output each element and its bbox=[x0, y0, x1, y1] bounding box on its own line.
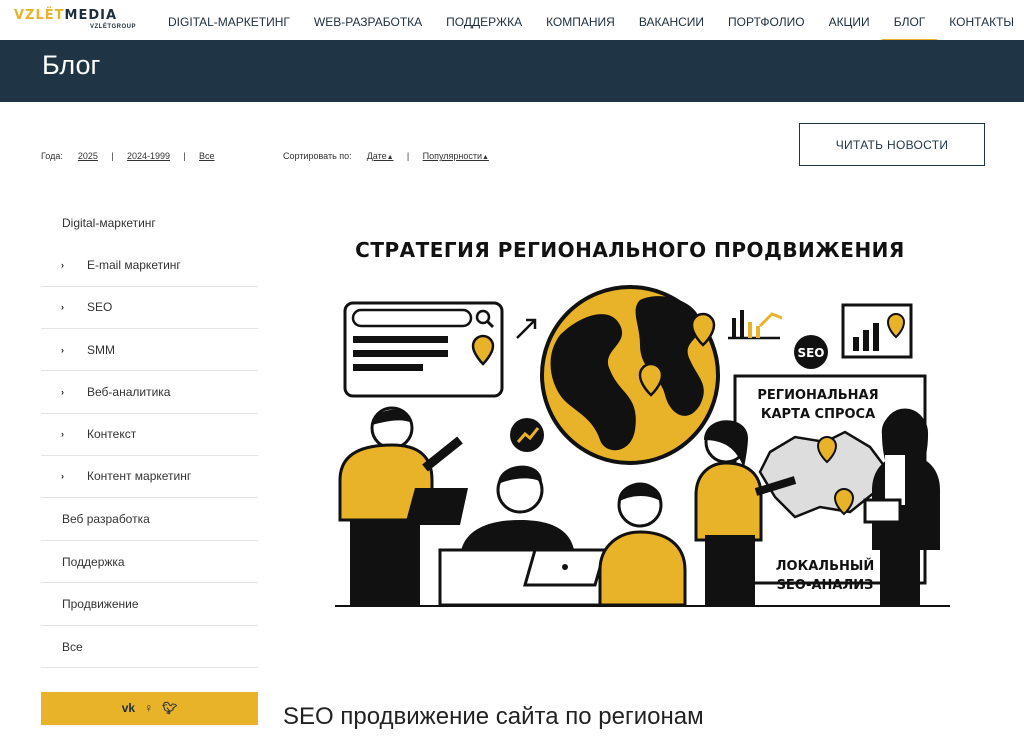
person-center-right-figure bbox=[598, 482, 687, 607]
nav-item-1[interactable]: DIGITAL-МАРКЕТИНГ bbox=[156, 0, 302, 40]
nav-item-5[interactable]: ВАКАНСИИ bbox=[627, 0, 716, 40]
nav-item-3[interactable]: ПОДДЕРЖКА bbox=[434, 0, 534, 40]
search-window-icon bbox=[343, 301, 504, 398]
local-line-1: ЛОКАЛЬНЫЙ bbox=[776, 558, 874, 574]
board-line-1: РЕГИОНАЛЬНАЯ bbox=[757, 388, 878, 403]
page-title: Блог bbox=[42, 50, 101, 80]
seo-badge: SEO bbox=[797, 346, 824, 360]
sidebar-subitem-label: E-mail маркетинг bbox=[87, 258, 181, 272]
odnoklassniki-icon[interactable]: ♀ bbox=[144, 692, 153, 725]
sidebar-subitem-label: Веб-аналитика bbox=[87, 384, 171, 399]
year-2024-1999-link[interactable]: 2024-1999 bbox=[127, 151, 170, 161]
sidebar-subitem[interactable]: › E-mail маркетинг bbox=[41, 245, 258, 287]
year-filter-label: Года: bbox=[41, 151, 63, 161]
sidebar-subitem-label: Контекст bbox=[87, 427, 137, 442]
chevron-right-icon: › bbox=[61, 260, 64, 270]
sidebar-item-digital-marketing[interactable]: Digital-маркетинг bbox=[41, 202, 258, 245]
nav-item-6[interactable]: ПОРТФОЛИО bbox=[716, 0, 817, 40]
top-navigation: VZLЁТMEDIA VZLЁTGROUP DIGITAL-МАРКЕТИНГ W… bbox=[0, 0, 1024, 42]
sort-arrow-icon: ▲ bbox=[386, 154, 394, 161]
sidebar-category-item[interactable]: Продвижение bbox=[41, 583, 258, 626]
nav-item-7[interactable]: АКЦИИ bbox=[817, 0, 882, 40]
chevron-right-icon: › bbox=[61, 471, 64, 482]
social-links: vk ♀ 🐦︎ bbox=[41, 692, 258, 725]
nav-item-8[interactable]: БЛОГ bbox=[881, 0, 938, 42]
read-news-button[interactable]: ЧИТАТЬ НОВОСТИ bbox=[799, 123, 985, 166]
post-illustration[interactable]: СТРАТЕГИЯ РЕГИОНАЛЬНОГО ПРОДВИЖЕНИЯ SEO … bbox=[320, 230, 950, 615]
logo-subtitle: VZLЁTGROUP bbox=[90, 24, 137, 30]
logo-part2: MEDIA bbox=[64, 8, 118, 23]
sidebar-subitem-label: SMM bbox=[87, 342, 115, 357]
year-filter: Года: 2025 | 2024-1999 | Все bbox=[41, 151, 215, 161]
main-menu: DIGITAL-МАРКЕТИНГ WEB-РАЗРАБОТКА ПОДДЕРЖКА… bbox=[156, 0, 1024, 42]
year-2025-link[interactable]: 2025 bbox=[78, 151, 98, 161]
sort-control: Сортировать по: Дате▲ | Популярности▲ bbox=[283, 151, 489, 161]
sidebar-category-item[interactable]: Веб разработка bbox=[41, 498, 258, 541]
illustration-graphic: SEO РЕГИОНАЛЬНАЯ КАРТА СПРОСА ЛОКАЛЬНЫЙ … bbox=[335, 285, 950, 607]
category-sidebar: Digital-маркетинг › E-mail маркетинг › SEO ›… bbox=[41, 202, 258, 669]
sidebar-subitem[interactable]: › Контекст bbox=[41, 414, 258, 456]
sidebar-category-item[interactable]: Все bbox=[41, 626, 258, 669]
sort-by-date-link[interactable]: Дате▲ bbox=[367, 151, 394, 161]
bar-chart-icon bbox=[728, 310, 783, 340]
page-header: Блог bbox=[0, 40, 1024, 102]
board-line-2: КАРТА СПРОСА bbox=[761, 407, 875, 422]
chevron-right-icon: › bbox=[61, 386, 64, 397]
nav-item-9[interactable]: КОНТАКТЫ bbox=[937, 0, 1024, 40]
sort-arrow-icon: ▲ bbox=[482, 154, 489, 161]
sidebar-subitem[interactable]: › Веб-аналитика bbox=[41, 371, 258, 414]
logo-part1: VZLЁТ bbox=[14, 8, 65, 23]
chevron-right-icon: › bbox=[61, 429, 64, 440]
sort-by-popularity-label: Популярности bbox=[422, 151, 482, 161]
sort-label: Сортировать по: bbox=[283, 151, 352, 161]
nav-item-2[interactable]: WEB-РАЗРАБОТКА bbox=[302, 0, 434, 40]
globe-icon bbox=[540, 285, 720, 465]
sidebar-subitem[interactable]: › SEO bbox=[41, 287, 258, 330]
sidebar-subitem-label: Контент маркетинг bbox=[87, 469, 192, 484]
nav-item-4[interactable]: КОМПАНИЯ bbox=[534, 0, 627, 40]
person-center-left-figure bbox=[438, 465, 612, 607]
sort-by-date-label: Дате bbox=[366, 151, 387, 161]
sort-by-popularity-link[interactable]: Популярности▲ bbox=[423, 151, 489, 161]
year-all-link[interactable]: Все bbox=[199, 151, 215, 161]
vk-icon[interactable]: vk bbox=[122, 692, 135, 725]
twitter-icon[interactable]: 🐦︎ bbox=[162, 692, 177, 725]
sidebar-subitem[interactable]: › SMM bbox=[41, 329, 258, 372]
growth-chart-icon bbox=[841, 303, 913, 359]
post-title[interactable]: SEO продвижение сайта по регионам bbox=[283, 703, 704, 731]
chevron-right-icon: › bbox=[61, 302, 64, 313]
sidebar-subitem-label: SEO bbox=[87, 300, 113, 315]
sidebar-category-item[interactable]: Поддержка bbox=[41, 541, 258, 584]
local-line-2: SEO-АНАЛИЗ bbox=[777, 578, 874, 593]
sidebar-subitem[interactable]: › Контент маркетинг bbox=[41, 456, 258, 499]
logo[interactable]: VZLЁТMEDIA VZLЁTGROUP bbox=[14, 9, 144, 35]
chevron-right-icon: › bbox=[61, 344, 64, 355]
